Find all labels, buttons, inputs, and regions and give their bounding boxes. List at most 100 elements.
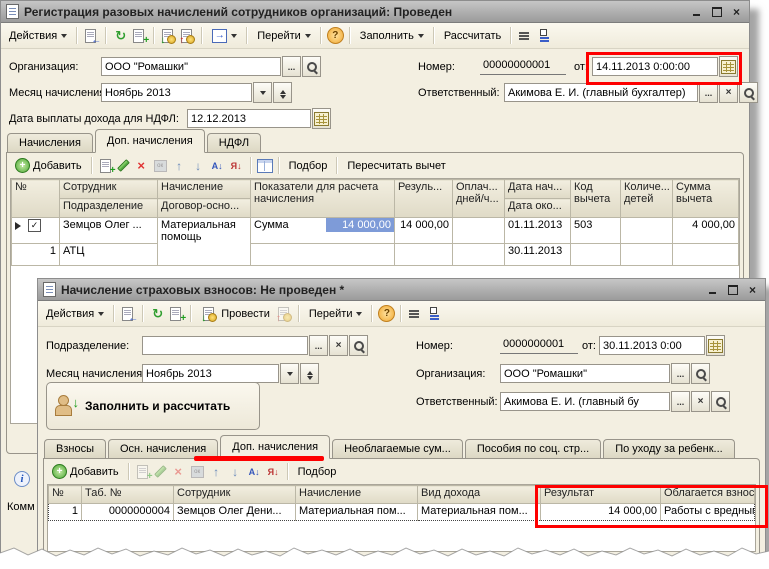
cell-accrual[interactable]: Материальная помощь xyxy=(157,217,251,266)
close-button[interactable]: × xyxy=(729,5,744,19)
col-header-result[interactable]: Резуль... xyxy=(394,179,453,218)
maximize-button[interactable] xyxy=(709,5,724,19)
titlebar[interactable]: Начисление страховых взносов: Не проведе… xyxy=(38,279,765,301)
minimize-button[interactable] xyxy=(705,283,720,297)
date-calendar-button[interactable] xyxy=(718,56,738,77)
cell-deduction-sum-2[interactable] xyxy=(672,243,739,266)
end-edit-icon[interactable]: ок xyxy=(189,464,206,480)
edit-row-icon[interactable] xyxy=(117,158,131,174)
actions-menu-button[interactable]: Действия xyxy=(5,28,71,44)
responsible-select-button[interactable]: ... xyxy=(671,391,690,412)
cell-taxable[interactable]: Работы с вредным... xyxy=(660,503,755,521)
cell-children[interactable] xyxy=(620,217,673,244)
col-header-accrual[interactable]: Начисление xyxy=(157,179,251,199)
cell-result[interactable]: 14 000,00 xyxy=(394,217,453,244)
number-field[interactable]: 00000000001 xyxy=(480,59,566,75)
cell-deduction-code-2[interactable] xyxy=(570,243,621,266)
tab-social-benefits[interactable]: Пособия по соц. стр... xyxy=(464,439,602,458)
responsible-clear-button[interactable]: × xyxy=(719,82,738,103)
output-menu-button[interactable] xyxy=(208,27,241,45)
department-select-button[interactable]: ... xyxy=(309,335,328,356)
add-row-button[interactable]: + Добавить xyxy=(11,156,86,175)
organization-open-button[interactable] xyxy=(302,56,321,77)
cell-line-number[interactable]: 1 xyxy=(48,503,82,521)
cell-department[interactable]: АТЦ xyxy=(59,243,158,266)
row-checkbox[interactable]: ✓ xyxy=(28,219,41,232)
delete-row-icon[interactable]: × xyxy=(170,464,187,480)
col-header-date-start[interactable]: Дата нач... xyxy=(504,179,571,199)
tab-nontaxable-sums[interactable]: Необлагаемые сум... xyxy=(332,439,463,458)
refresh-icon[interactable] xyxy=(112,28,129,44)
cell-line-number[interactable]: 1 xyxy=(11,243,60,266)
month-field[interactable]: Ноябрь 2013 xyxy=(101,83,252,102)
col-header-deduction-code[interactable]: Код вычета xyxy=(570,179,621,218)
date-field[interactable]: 30.11.2013 0:00 xyxy=(598,336,705,355)
col-header-deduction-sum[interactable]: Сумма вычета xyxy=(672,179,739,218)
date-calendar-button[interactable] xyxy=(705,335,725,356)
help-icon[interactable]: ? xyxy=(378,305,396,322)
actions-menu-button[interactable]: Действия xyxy=(42,306,108,322)
calculate-button[interactable]: Рассчитать xyxy=(440,28,505,44)
tab-accruals[interactable]: Начисления xyxy=(7,133,93,152)
copy-document-icon[interactable]: + xyxy=(131,28,149,45)
col-header-contract[interactable]: Договор-осно... xyxy=(157,198,251,218)
copy-row-icon[interactable]: + xyxy=(135,464,153,481)
department-clear-button[interactable]: × xyxy=(329,335,348,356)
responsible-open-button[interactable] xyxy=(711,391,730,412)
tab-ndfl[interactable]: НДФЛ xyxy=(206,133,262,152)
move-down-icon[interactable]: ↓ xyxy=(227,464,244,480)
col-header-employee[interactable]: Сотрудник xyxy=(59,179,158,199)
number-field[interactable]: 0000000001 xyxy=(500,338,578,354)
cell-tab-number[interactable]: 0000000004 xyxy=(81,503,174,521)
minimize-button[interactable] xyxy=(689,5,704,19)
organization-field[interactable]: ООО "Ромашки" xyxy=(500,364,670,383)
fill-menu-button[interactable]: Заполнить xyxy=(356,28,428,44)
settings-list-icon[interactable] xyxy=(538,28,557,44)
grid-settings-icon[interactable] xyxy=(256,158,273,173)
sort-descending-icon[interactable]: Я↓ xyxy=(228,158,245,174)
cell-deduction-code[interactable]: 503 xyxy=(570,217,621,244)
col-header-paid-days[interactable]: Оплач... дней/ч... xyxy=(452,179,505,218)
responsible-select-button[interactable]: ... xyxy=(699,82,718,103)
responsible-field[interactable]: Акимова Е. И. (главный бухгалтер) xyxy=(504,83,698,102)
goto-menu-button[interactable]: Перейти xyxy=(253,28,315,44)
move-up-icon[interactable]: ↑ xyxy=(208,464,225,480)
copy-row-icon[interactable]: + xyxy=(98,158,116,175)
post-button[interactable]: ↓ Провести xyxy=(197,304,274,324)
unpost-document-icon[interactable]: ↑ xyxy=(276,306,293,323)
col-header-num[interactable]: № xyxy=(11,179,60,218)
move-up-icon[interactable]: ↑ xyxy=(171,158,188,174)
cell-date-start[interactable]: 01.11.2013 xyxy=(504,217,571,244)
table-row[interactable]: 1 0000000004 Земцов Олег Дени... Материа… xyxy=(48,503,755,521)
pick-button[interactable]: Подбор xyxy=(285,158,332,174)
month-dropdown-button[interactable] xyxy=(253,82,272,103)
col-header-num[interactable]: № xyxy=(48,485,82,504)
settings-list-icon[interactable] xyxy=(428,306,447,322)
add-row-button[interactable]: + Добавить xyxy=(48,462,123,481)
tab-contributions[interactable]: Взносы xyxy=(44,439,106,458)
cell-result[interactable]: 14 000,00 xyxy=(540,503,661,521)
col-header-department[interactable]: Подразделение xyxy=(59,198,158,218)
sort-ascending-icon[interactable]: А↓ xyxy=(246,464,263,480)
col-header-employee[interactable]: Сотрудник xyxy=(173,485,296,504)
cell-paid-days[interactable] xyxy=(452,217,505,244)
col-header-result[interactable]: Результат xyxy=(540,485,661,504)
table-row[interactable]: 1 АТЦ 30.11.2013 xyxy=(11,243,739,266)
copy-document-icon[interactable]: + xyxy=(168,306,186,323)
titlebar[interactable]: Регистрация разовых начислений сотрудник… xyxy=(1,1,749,23)
organization-select-button[interactable]: ... xyxy=(282,56,301,77)
col-header-date-end[interactable]: Дата око... xyxy=(504,198,571,218)
sort-ascending-icon[interactable]: А↓ xyxy=(209,158,226,174)
cell-children-2[interactable] xyxy=(620,243,673,266)
col-header-taxable[interactable]: Облагается взноса... xyxy=(660,485,755,504)
document-structure-icon[interactable] xyxy=(407,306,426,322)
close-button[interactable]: × xyxy=(745,283,760,297)
col-header-income-type[interactable]: Вид дохода xyxy=(417,485,541,504)
col-header-accrual[interactable]: Начисление xyxy=(295,485,418,504)
tab-main-accruals[interactable]: Осн. начисления xyxy=(107,439,219,458)
indicator-value-selected[interactable]: 14 000,00 xyxy=(326,218,394,232)
move-down-icon[interactable]: ↓ xyxy=(190,158,207,174)
pick-button[interactable]: Подбор xyxy=(294,464,341,480)
help-icon[interactable]: ? xyxy=(326,27,344,44)
post-document-icon[interactable]: ↓ xyxy=(160,28,177,45)
